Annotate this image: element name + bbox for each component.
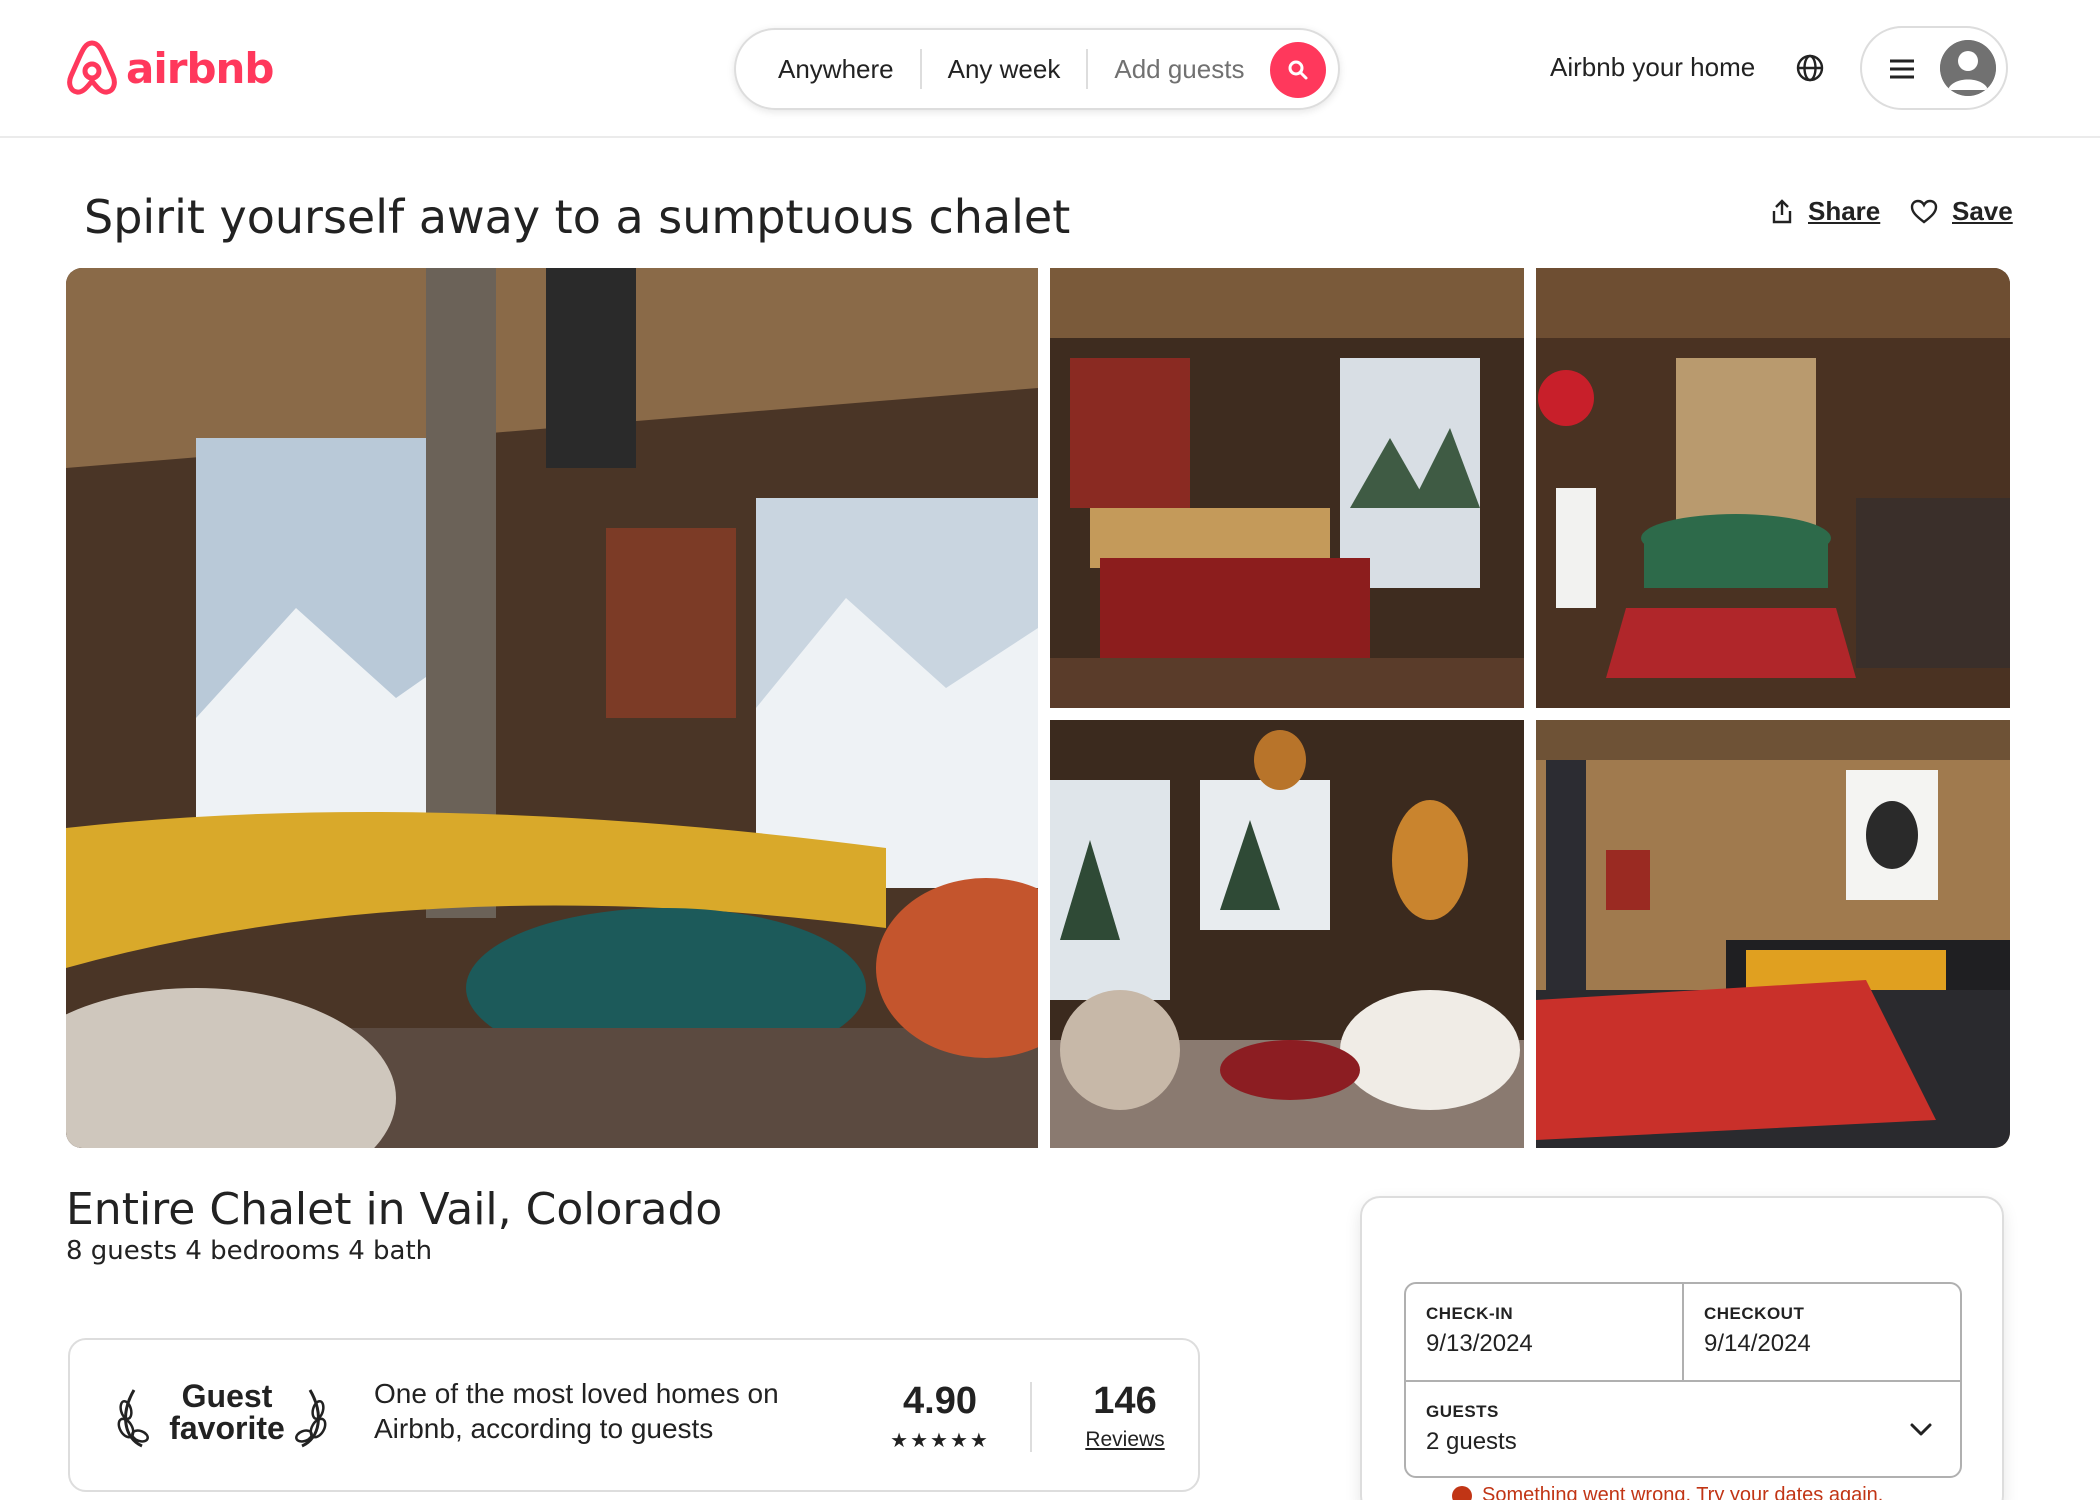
bedroom-image bbox=[1050, 268, 1524, 708]
checkout-value: 9/14/2024 bbox=[1704, 1330, 1811, 1357]
guest-favorite-card[interactable]: Guest favorite One of the most loved hom… bbox=[68, 1338, 1200, 1492]
second-bedroom-image bbox=[1536, 720, 2010, 1148]
photo-bathroom[interactable] bbox=[1536, 268, 2010, 708]
airbnb-logo-icon bbox=[67, 40, 117, 95]
reviews-link[interactable]: Reviews bbox=[1070, 1428, 1180, 1452]
listing-headline: Entire Chalet in Vail, Colorado bbox=[66, 1184, 723, 1235]
airbnb-your-home-link[interactable]: Airbnb your home bbox=[1550, 52, 1755, 83]
page-title: Spirit yourself away to a sumptuous chal… bbox=[84, 190, 1071, 244]
error-text: Something went wrong. Try your dates aga… bbox=[1482, 1484, 1884, 1500]
menu-icon bbox=[1890, 59, 1914, 79]
save-label: Save bbox=[1952, 196, 2013, 226]
error-message: Something went wrong. Try your dates aga… bbox=[1452, 1484, 1883, 1500]
photo-porch[interactable] bbox=[1050, 720, 1524, 1148]
laurel-icon bbox=[295, 1389, 327, 1448]
avatar bbox=[1940, 40, 1996, 96]
checkin-field[interactable]: CHECK-IN 9/13/2024 bbox=[1406, 1284, 1684, 1380]
search-icon bbox=[1288, 60, 1308, 80]
guest-favorite-description: One of the most loved homes on Airbnb, a… bbox=[374, 1378, 779, 1444]
guests-label: GUESTS bbox=[1426, 1402, 1499, 1421]
checkin-value: 9/13/2024 bbox=[1426, 1330, 1533, 1357]
guests-select[interactable]: GUESTS 2 guests bbox=[1406, 1380, 1962, 1478]
search-button[interactable] bbox=[1270, 42, 1326, 98]
share-icon bbox=[1772, 198, 1792, 223]
reviews-count: 146 bbox=[1093, 1380, 1157, 1422]
heart-icon bbox=[1910, 199, 1938, 224]
booking-card: CHECK-IN 9/13/2024 CHECKOUT 9/14/2024 GU… bbox=[1360, 1196, 2004, 1500]
search-guests[interactable]: Add guests bbox=[1088, 28, 1270, 110]
search-location[interactable]: Anywhere bbox=[736, 28, 920, 110]
top-header: airbnb Anywhere Any week Add guests Airb… bbox=[0, 0, 2100, 138]
photo-living-room[interactable] bbox=[66, 268, 1038, 1148]
porch-image bbox=[1050, 720, 1524, 1148]
bathroom-image bbox=[1536, 268, 2010, 708]
globe-icon[interactable] bbox=[1794, 52, 1826, 84]
user-menu-button[interactable] bbox=[1860, 26, 2008, 110]
share-button[interactable]: Share bbox=[1770, 196, 1880, 227]
checkin-label: CHECK-IN bbox=[1426, 1304, 1514, 1323]
listing-details: 8 guests 4 bedrooms 4 bath bbox=[66, 1236, 433, 1266]
checkout-label: CHECKOUT bbox=[1704, 1304, 1805, 1323]
search-bar[interactable]: Anywhere Any week Add guests bbox=[734, 28, 1340, 110]
divider bbox=[1030, 1382, 1032, 1452]
error-icon bbox=[1452, 1485, 1472, 1500]
chevron-down-icon bbox=[1910, 1423, 1932, 1436]
date-guest-picker: CHECK-IN 9/13/2024 CHECKOUT 9/14/2024 GU… bbox=[1404, 1282, 1962, 1478]
rating-value: 4.90 bbox=[903, 1380, 977, 1422]
save-button[interactable]: Save bbox=[1910, 196, 2013, 227]
rating-stars: ★★★★★ bbox=[890, 1430, 990, 1452]
airbnb-logo[interactable]: airbnb bbox=[66, 38, 274, 98]
living-room-image bbox=[66, 268, 1038, 1148]
checkout-field[interactable]: CHECKOUT 9/14/2024 bbox=[1684, 1284, 1962, 1380]
share-label: Share bbox=[1808, 196, 1881, 226]
logo-text: airbnb bbox=[126, 43, 274, 93]
laurel-icon bbox=[117, 1389, 149, 1448]
photo-bedroom[interactable] bbox=[1050, 268, 1524, 708]
photo-second-bedroom[interactable] bbox=[1536, 720, 2010, 1148]
guest-favorite-label: Guest favorite bbox=[169, 1378, 285, 1446]
avatar-icon bbox=[1940, 40, 1996, 96]
guests-value: 2 guests bbox=[1426, 1428, 1517, 1455]
search-dates[interactable]: Any week bbox=[922, 28, 1087, 110]
